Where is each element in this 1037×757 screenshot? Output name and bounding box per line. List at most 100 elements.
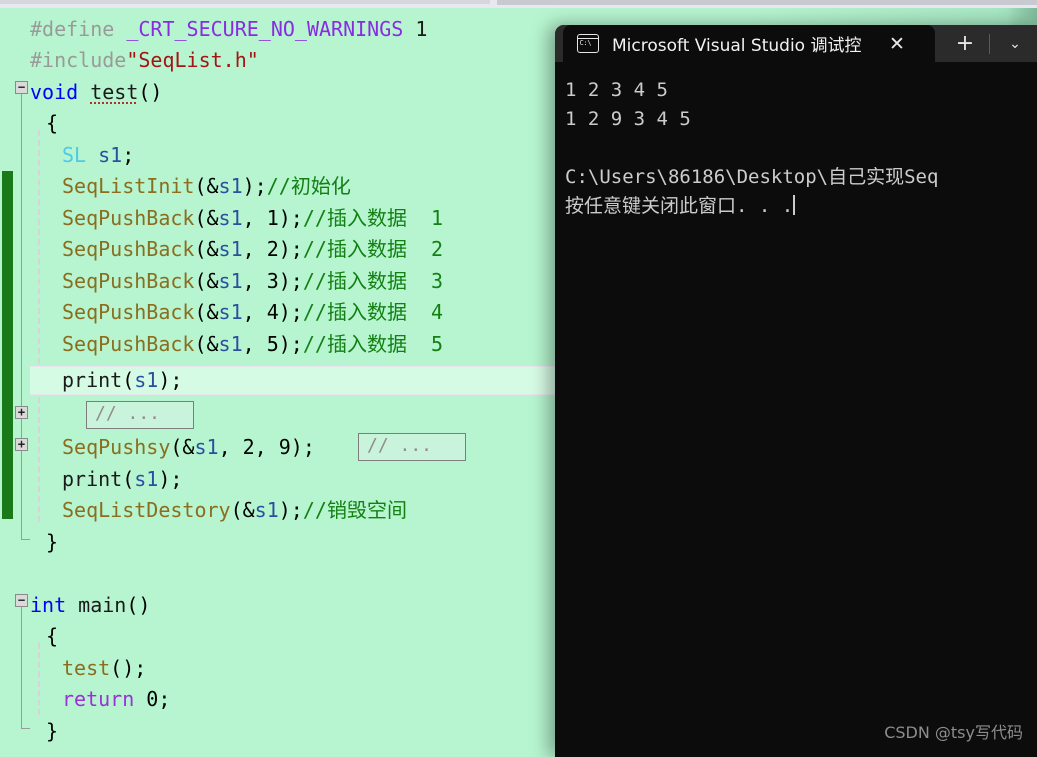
code-token: //插入数据 5 — [302, 332, 444, 356]
code-token: SeqPushBack — [62, 300, 195, 324]
code-line: SeqPushBack(&s1, 2);//插入数据 2 — [62, 234, 443, 265]
code-token: print — [62, 467, 123, 491]
fold-expand-region-1-icon[interactable]: + — [15, 406, 28, 419]
console-output[interactable]: 1 2 3 4 5 1 2 9 3 4 5 C:\Users\86186\Desk… — [555, 62, 1037, 757]
code-token: (& — [194, 174, 219, 198]
code-token: print — [62, 368, 123, 392]
code-line: int main() — [30, 590, 150, 621]
code-token: test — [62, 656, 111, 680]
code-token: //插入数据 1 — [302, 206, 444, 230]
code-line: test(); — [62, 653, 146, 684]
code-token: s1 — [254, 498, 279, 522]
code-token: { — [46, 624, 59, 648]
code-token: SeqPushBack — [62, 332, 195, 356]
toolbar-separator — [989, 34, 990, 54]
code-token: //插入数据 4 — [302, 300, 444, 324]
code-token: , 1); — [242, 206, 303, 230]
code-token: #include — [30, 48, 127, 72]
code-token: _CRT_SECURE_NO_WARNINGS — [126, 17, 404, 41]
code-token: //销毁空间 — [302, 498, 407, 522]
code-token: #define — [30, 17, 127, 41]
console-tab[interactable]: C:\ Microsoft Visual Studio 调试控 ✕ — [563, 25, 935, 62]
console-window[interactable]: C:\ Microsoft Visual Studio 调试控 ✕ + ⌄ 1 … — [555, 25, 1037, 757]
console-lines: 1 2 3 4 5 1 2 9 3 4 5 C:\Users\86186\Desk… — [565, 76, 1037, 221]
code-token: s1 — [134, 467, 159, 491]
code-token: ); — [242, 174, 267, 198]
code-token: } — [46, 530, 59, 554]
collapsed-region-box[interactable]: // ... — [86, 401, 194, 429]
code-token: s1 — [134, 368, 159, 392]
code-line: } — [46, 527, 58, 558]
code-token: //插入数据 3 — [302, 269, 444, 293]
code-token: s1 — [218, 206, 243, 230]
code-line: SL s1; — [62, 140, 134, 171]
new-tab-button[interactable]: + — [945, 25, 985, 62]
code-token: s1 — [218, 300, 243, 324]
code-line: void test() — [30, 77, 162, 108]
chevron-down-icon[interactable]: ⌄ — [995, 25, 1035, 62]
code-token: (); — [110, 656, 147, 680]
watermark: CSDN @tsy写代码 — [884, 723, 1023, 742]
code-token: 1 — [403, 17, 428, 41]
top-strip-left — [0, 0, 490, 4]
console-tab-title: Microsoft Visual Studio 调试控 — [612, 36, 862, 56]
code-token: s1 — [194, 435, 219, 459]
code-line: #include"SeqList.h" — [30, 45, 259, 76]
code-token: s1 — [218, 174, 243, 198]
code-token: } — [46, 719, 59, 743]
code-line: print(s1); — [62, 365, 182, 396]
code-line: #define _CRT_SECURE_NO_WARNINGS 1 — [30, 14, 427, 45]
collapsed-region-box[interactable]: // ... — [358, 433, 466, 461]
code-token: (& — [194, 300, 219, 324]
fold-collapse-test-icon[interactable]: − — [15, 81, 28, 94]
fold-guide-corner-test — [21, 539, 30, 540]
code-token: , 3); — [242, 269, 303, 293]
code-token: (& — [194, 269, 219, 293]
code-token: () — [138, 80, 163, 104]
fold-guide-test — [21, 94, 22, 540]
text-caret — [793, 195, 796, 215]
fold-guide-corner-main — [21, 728, 30, 729]
code-token: , 4); — [242, 300, 303, 324]
console-line: C:\Users\86186\Desktop\自己实现Seq — [565, 166, 939, 188]
code-line: print(s1); — [62, 464, 182, 495]
code-token: s1 — [218, 332, 243, 356]
code-token: , 2, 9); — [218, 435, 315, 459]
code-token: void — [30, 80, 91, 104]
window-top-strip — [0, 0, 1037, 8]
code-token: (& — [230, 498, 255, 522]
code-token: SeqListDestory — [62, 498, 231, 522]
change-bar — [2, 171, 13, 519]
code-token: () — [126, 593, 151, 617]
code-token: , 5); — [242, 332, 303, 356]
console-line: 1 2 3 4 5 — [565, 79, 668, 101]
code-token: ; — [122, 143, 135, 167]
code-token: main — [78, 593, 127, 617]
code-token: ); — [278, 498, 303, 522]
terminal-icon: C:\ — [577, 34, 599, 53]
code-token: //初始化 — [266, 174, 351, 198]
code-line: { — [46, 621, 58, 652]
code-token: SeqPushBack — [62, 269, 195, 293]
code-token: 0; — [146, 687, 171, 711]
code-line: SeqPushBack(&s1, 5);//插入数据 5 — [62, 329, 443, 360]
fold-collapse-main-icon[interactable]: − — [15, 594, 28, 607]
code-line: SeqPushBack(&s1, 3);//插入数据 3 — [62, 266, 443, 297]
fold-expand-region-2-icon[interactable]: + — [15, 438, 28, 451]
code-token: s1 — [218, 269, 243, 293]
code-token: SeqListInit — [62, 174, 195, 198]
close-icon[interactable]: ✕ — [880, 25, 914, 62]
code-line: SeqListDestory(&s1);//销毁空间 — [62, 495, 407, 526]
code-token: (& — [194, 332, 219, 356]
console-line: 1 2 9 3 4 5 — [565, 108, 691, 130]
code-token: s1 — [98, 143, 123, 167]
indent-guide-test — [38, 130, 40, 522]
code-token: ( — [122, 467, 135, 491]
code-token: test — [90, 80, 139, 104]
console-titlebar[interactable]: C:\ Microsoft Visual Studio 调试控 ✕ + ⌄ — [555, 25, 1037, 62]
terminal-icon-label: C:\ — [579, 39, 592, 47]
code-token: SL — [62, 143, 99, 167]
code-token: int — [30, 593, 79, 617]
code-line: } — [46, 716, 58, 747]
code-token: ); — [158, 368, 183, 392]
